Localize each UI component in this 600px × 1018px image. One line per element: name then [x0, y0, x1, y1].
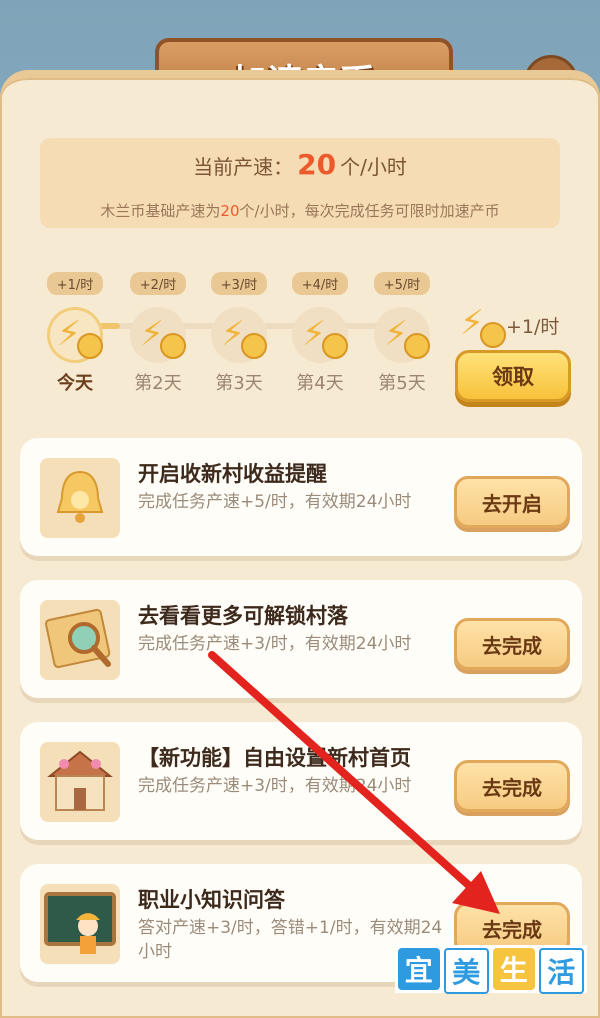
task-desc: 完成任务产速+5/时，有效期24小时 — [138, 492, 412, 512]
day-label: 今天 — [57, 373, 93, 394]
day-label: 第3天 — [215, 373, 263, 394]
day-label: 第5天 — [378, 373, 426, 394]
day-4: +4/时 ⚡ 第4天 — [280, 272, 360, 395]
bolt-coin-icon: ⚡ — [130, 307, 186, 363]
watermark-char: 生 — [493, 948, 535, 990]
watermark-logo: 宜 美 生 活 — [395, 945, 587, 994]
watermark-char: 美 — [443, 948, 489, 994]
bolt-coin-icon: ⚡ — [292, 307, 348, 363]
claim-button[interactable]: 领取 — [455, 350, 571, 402]
speed-info-box: 当前产速： 20 个/小时 木兰币基础产速为20个/小时，每次完成任务可限时加速产币 — [40, 138, 560, 228]
task-card: 开启收新村收益提醒 完成任务产速+5/时，有效期24小时 去开启 — [20, 438, 582, 556]
speed-note-prefix: 木兰币基础产速为 — [100, 202, 221, 220]
bolt-coin-icon: ⚡ — [450, 296, 506, 352]
task-title: 开启收新村收益提醒 — [138, 462, 327, 486]
task-desc: 完成任务产速+3/时，有效期24小时 — [138, 634, 412, 654]
task-card: 【新功能】自由设置新村首页 完成任务产速+3/时，有效期24小时 去完成 — [20, 722, 582, 840]
task-desc: 完成任务产速+3/时，有效期24小时 — [138, 776, 412, 796]
house-icon — [40, 742, 120, 822]
day-bonus: +5/时 — [373, 272, 431, 295]
speed-unit: 个/小时 — [340, 155, 407, 179]
day-bonus: +1/时 — [46, 272, 104, 295]
day-label: 第4天 — [296, 373, 344, 394]
map-icon — [40, 600, 120, 680]
task-title: 【新功能】自由设置新村首页 — [138, 746, 411, 770]
day-2: +2/时 ⚡ 第2天 — [118, 272, 198, 395]
day-bonus: +4/时 — [291, 272, 349, 295]
task-title: 去看看更多可解锁村落 — [138, 604, 348, 628]
task-card: 去看看更多可解锁村落 完成任务产速+3/时，有效期24小时 去完成 — [20, 580, 582, 698]
day-today: +1/时 ⚡ 今天 — [35, 272, 115, 395]
current-speed: 当前产速： 20 个/小时 — [40, 148, 560, 181]
task-go-button[interactable]: 去完成 — [454, 618, 570, 670]
task-go-button[interactable]: 去开启 — [454, 476, 570, 528]
speed-value: 20 — [297, 148, 337, 181]
watermark-char: 宜 — [398, 948, 440, 990]
day-label: 第2天 — [134, 373, 182, 394]
speed-note-suffix: 个/小时，每次完成任务可限时加速产币 — [239, 202, 500, 220]
speed-label: 当前产速： — [193, 155, 294, 179]
bolt-coin-icon: ⚡ — [374, 307, 430, 363]
reward-bonus: +1/时 — [506, 316, 560, 338]
day-bonus: +2/时 — [129, 272, 187, 295]
teacher-icon — [40, 884, 120, 964]
day-5: +5/时 ⚡ 第5天 — [362, 272, 442, 395]
bolt-coin-icon: ⚡ — [47, 307, 103, 363]
task-title: 职业小知识问答 — [138, 888, 285, 912]
speed-note: 木兰币基础产速为20个/小时，每次完成任务可限时加速产币 — [40, 200, 560, 221]
watermark-char: 活 — [538, 948, 584, 994]
day-3: +3/时 ⚡ 第3天 — [199, 272, 279, 395]
speed-note-value: 20 — [220, 202, 240, 220]
task-go-button[interactable]: 去完成 — [454, 760, 570, 812]
bell-icon — [40, 458, 120, 538]
bolt-coin-icon: ⚡ — [211, 307, 267, 363]
day-bonus: +3/时 — [210, 272, 268, 295]
